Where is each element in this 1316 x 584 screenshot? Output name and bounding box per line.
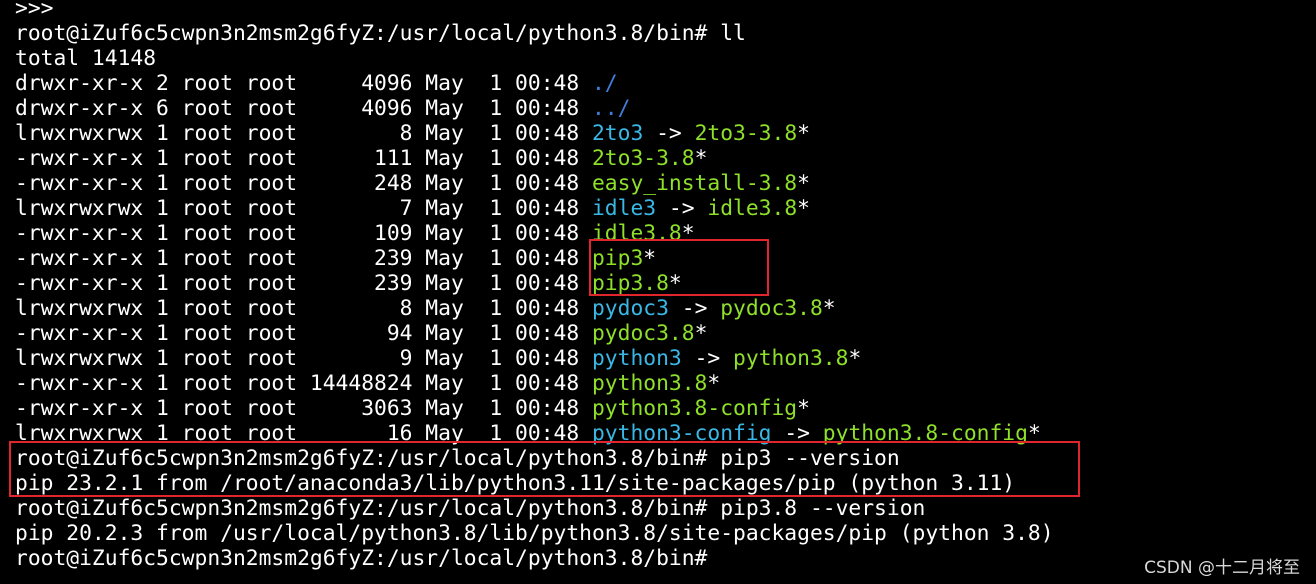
terminal-text-segment: *: [848, 346, 862, 371]
terminal-text-segment: -rwxr-xr-x 1 root root 14448824 May 1 00…: [15, 371, 592, 396]
terminal-text-segment: *: [797, 196, 810, 221]
terminal-text-segment: -rwxr-xr-x 1 root root 248 May 1 00:48: [15, 171, 592, 196]
terminal-text-segment: drwxr-xr-x 6 root root 4096 May 1 00:48: [15, 96, 592, 121]
terminal-text-segment: pip3: [591, 246, 644, 271]
terminal-text-segment: pip3.8: [591, 271, 669, 296]
terminal-line: -rwxr-xr-x 1 root root 14448824 May 1 00…: [15, 371, 720, 396]
terminal-text-segment: -rwxr-xr-x 1 root root 239 May 1 00:48: [15, 246, 592, 271]
watermark-text: CSDN @十二月将至: [1144, 558, 1300, 578]
terminal-text-segment: ->: [771, 421, 823, 446]
terminal-text-segment: *: [797, 396, 810, 421]
terminal-text-segment: idle3: [591, 196, 657, 221]
terminal-text-segment: python3.8: [733, 346, 849, 371]
terminal-line: lrwxrwxrwx 1 root root 8 May 1 00:48 pyd…: [15, 296, 836, 321]
terminal-line: -rwxr-xr-x 1 root root 3063 May 1 00:48 …: [15, 396, 810, 421]
terminal-text-segment: -rwxr-xr-x 1 root root 109 May 1 00:48: [15, 221, 592, 246]
terminal-text-segment: *: [668, 271, 682, 296]
terminal-text-segment: lrwxrwxrwx 1 root root 16 May 1 00:48: [15, 421, 592, 446]
terminal-line: lrwxrwxrwx 1 root root 16 May 1 00:48 py…: [15, 421, 1041, 446]
terminal-text-segment: -rwxr-xr-x 1 root root 3063 May 1 00:48: [15, 396, 592, 421]
terminal-text-segment: ->: [668, 296, 721, 321]
terminal-line: pip 20.2.3 from /usr/local/python3.8/lib…: [15, 521, 1054, 546]
terminal-line: drwxr-xr-x 6 root root 4096 May 1 00:48 …: [15, 96, 630, 121]
terminal-text-segment: -rwxr-xr-x 1 root root 111 May 1 00:48: [15, 146, 592, 171]
terminal-line: -rwxr-xr-x 1 root root 239 May 1 00:48 p…: [15, 271, 682, 296]
terminal-line: root@iZuf6c5cwpn3n2msm2g6fyZ:/usr/local/…: [15, 446, 900, 471]
terminal-text-segment: *: [681, 221, 695, 246]
terminal-text-segment: ->: [681, 346, 734, 371]
terminal-text-segment: *: [797, 171, 810, 196]
terminal-text-segment: -rwxr-xr-x 1 root root 94 May 1 00:48: [15, 321, 592, 346]
terminal-text-segment: 2to3-3.8: [591, 146, 695, 171]
terminal-text-segment: *: [797, 121, 810, 146]
terminal-text-segment: ../: [591, 96, 631, 121]
terminal-text-segment: idle3.8: [707, 196, 798, 221]
terminal-text-segment: lrwxrwxrwx 1 root root 9 May 1 00:48: [15, 346, 592, 371]
terminal-text-segment: drwxr-xr-x 2 root root 4096 May 1 00:48: [15, 71, 592, 96]
terminal-text-segment: -rwxr-xr-x 1 root root 239 May 1 00:48: [15, 271, 592, 296]
terminal-text-segment: python3.8-config: [591, 396, 798, 421]
terminal-window[interactable]: >>> root@iZuf6c5cwpn3n2msm2g6fyZ:/usr/loc…: [0, 0, 1316, 584]
terminal-text-segment: root@iZuf6c5cwpn3n2msm2g6fyZ:/usr/local/…: [15, 446, 900, 471]
terminal-text-segment: lrwxrwxrwx 1 root root 8 May 1 00:48: [15, 121, 592, 146]
terminal-line: -rwxr-xr-x 1 root root 248 May 1 00:48 e…: [15, 171, 810, 196]
terminal-line: pip 23.2.1 from /root/anaconda3/lib/pyth…: [15, 471, 1015, 496]
terminal-line: -rwxr-xr-x 1 root root 109 May 1 00:48 i…: [15, 221, 695, 246]
terminal-text-segment: pydoc3.8: [720, 296, 823, 321]
terminal-line: root@iZuf6c5cwpn3n2msm2g6fyZ:/usr/local/…: [15, 546, 707, 571]
terminal-text-segment: root@iZuf6c5cwpn3n2msm2g6fyZ:/usr/local/…: [15, 546, 708, 571]
terminal-text-segment: 2to3: [591, 121, 644, 146]
terminal-text-segment: ./: [591, 71, 618, 96]
terminal-line: root@iZuf6c5cwpn3n2msm2g6fyZ:/usr/local/…: [15, 21, 746, 46]
terminal-text-segment: python3.8: [591, 371, 708, 396]
terminal-text-segment: lrwxrwxrwx 1 root root 8 May 1 00:48: [15, 296, 592, 321]
terminal-text-segment: root@iZuf6c5cwpn3n2msm2g6fyZ:/usr/local/…: [15, 496, 926, 521]
terminal-text-segment: >>>: [15, 0, 54, 21]
terminal-line: >>>: [15, 0, 53, 21]
terminal-text-segment: root@iZuf6c5cwpn3n2msm2g6fyZ:/usr/local/…: [15, 21, 746, 46]
terminal-text-segment: *: [643, 246, 657, 271]
terminal-text-segment: ->: [643, 121, 695, 146]
terminal-text-segment: easy_install-3.8: [591, 171, 798, 196]
terminal-text-segment: 2to3-3.8: [694, 121, 798, 146]
terminal-text-segment: total 14148: [15, 46, 157, 71]
terminal-text-segment: pip 23.2.1 from /root/anaconda3/lib/pyth…: [15, 471, 1016, 496]
terminal-line: -rwxr-xr-x 1 root root 111 May 1 00:48 2…: [15, 146, 707, 171]
terminal-text-segment: lrwxrwxrwx 1 root root 7 May 1 00:48: [15, 196, 592, 221]
terminal-line: lrwxrwxrwx 1 root root 9 May 1 00:48 pyt…: [15, 346, 861, 371]
terminal-line: lrwxrwxrwx 1 root root 7 May 1 00:48 idl…: [15, 196, 810, 221]
terminal-text-segment: *: [694, 146, 708, 171]
terminal-line: -rwxr-xr-x 1 root root 94 May 1 00:48 py…: [15, 321, 707, 346]
terminal-text-segment: *: [694, 321, 708, 346]
terminal-text-segment: idle3.8: [591, 221, 682, 246]
terminal-text-segment: *: [822, 296, 836, 321]
terminal-text-segment: python3.8-config: [822, 421, 1028, 446]
terminal-line: drwxr-xr-x 2 root root 4096 May 1 00:48 …: [15, 71, 618, 96]
terminal-text-segment: python3-config: [591, 421, 772, 446]
terminal-text-segment: ->: [656, 196, 708, 221]
terminal-text-segment: pydoc3.8: [591, 321, 695, 346]
terminal-line: -rwxr-xr-x 1 root root 239 May 1 00:48 p…: [15, 246, 656, 271]
terminal-text-segment: *: [707, 371, 721, 396]
terminal-line: root@iZuf6c5cwpn3n2msm2g6fyZ:/usr/local/…: [15, 496, 925, 521]
terminal-text-segment: pydoc3: [591, 296, 669, 321]
terminal-line: lrwxrwxrwx 1 root root 8 May 1 00:48 2to…: [15, 121, 810, 146]
terminal-text-segment: pip 20.2.3 from /usr/local/python3.8/lib…: [15, 521, 1054, 546]
terminal-line: total 14148: [15, 46, 156, 71]
terminal-text-segment: python3: [591, 346, 682, 371]
terminal-text-segment: *: [1027, 421, 1041, 446]
